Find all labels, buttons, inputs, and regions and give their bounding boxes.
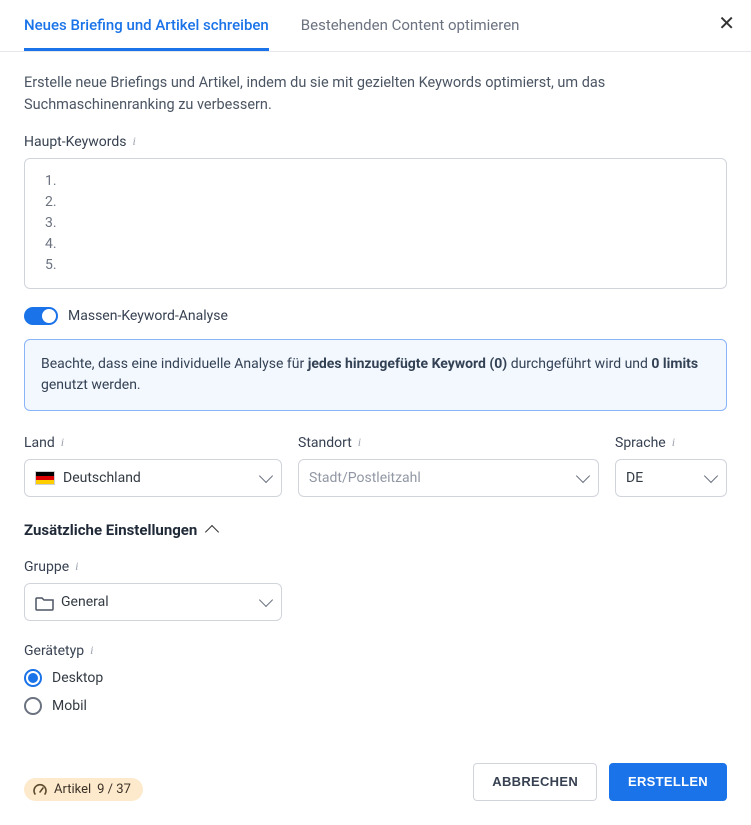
chevron-up-icon: [205, 524, 219, 538]
keyword-line: 3.: [45, 213, 710, 234]
create-label: ERSTELLEN: [628, 774, 708, 789]
device-desktop-radio[interactable]: Desktop: [24, 669, 727, 687]
device-mobile-label: Mobil: [52, 698, 87, 714]
language-select[interactable]: DE: [615, 459, 727, 497]
device-radio-group: Desktop Mobil: [24, 669, 727, 715]
chevron-down-icon: [259, 592, 273, 606]
mass-analysis-row: Massen-Keyword-Analyse: [24, 307, 727, 325]
keyword-line: 4.: [45, 234, 710, 255]
mass-analysis-toggle[interactable]: [24, 307, 58, 325]
group-label: Gruppe: [24, 559, 69, 575]
country-label: Land: [24, 435, 55, 451]
notice-bold: jedes hinzugefügte Keyword (0): [308, 356, 508, 372]
country-select[interactable]: Deutschland: [24, 459, 282, 497]
info-icon[interactable]: i: [132, 135, 135, 147]
cancel-label: ABBRECHEN: [492, 774, 578, 789]
additional-settings-toggle[interactable]: Zusätzliche Einstellungen: [24, 521, 727, 539]
group-field: Gruppe i General: [24, 559, 282, 621]
info-icon[interactable]: i: [672, 436, 675, 448]
country-field: Land i Deutschland: [24, 435, 282, 497]
keyword-line: 5.: [45, 255, 710, 276]
tab-label: Neues Briefing und Artikel schreiben: [24, 16, 269, 34]
badge-count: 9 / 37: [97, 782, 131, 797]
keywords-list: 1. 2. 3. 4. 5.: [41, 171, 710, 276]
chevron-down-icon: [259, 468, 273, 482]
notice-bold: 0 limits: [651, 356, 698, 372]
keywords-input[interactable]: 1. 2. 3. 4. 5.: [24, 158, 727, 289]
language-value: DE: [626, 470, 643, 486]
keywords-label-row: Haupt-Keywords i: [24, 134, 727, 150]
group-value: General: [61, 594, 109, 610]
folder-icon: [35, 595, 53, 609]
description-text: Erstelle neue Briefings und Artikel, ind…: [24, 72, 727, 116]
language-field: Sprache i DE: [615, 435, 727, 497]
chevron-down-icon: [704, 468, 718, 482]
radio-unchecked-icon: [24, 697, 42, 715]
notice-text: genutzt werden.: [41, 377, 141, 393]
group-select[interactable]: General: [24, 583, 282, 621]
standort-field: Standort i Stadt/Postleitzahl: [298, 435, 599, 497]
info-icon[interactable]: i: [358, 436, 361, 448]
analysis-notice: Beachte, dass eine individuelle Analyse …: [24, 339, 727, 411]
notice-text: Beachte, dass eine individuelle Analyse …: [41, 356, 308, 372]
locale-row: Land i Deutschland Standort i Stadt/Post…: [24, 435, 727, 497]
tab-label: Bestehenden Content optimieren: [301, 16, 520, 34]
radio-checked-icon: [24, 669, 42, 687]
chevron-down-icon: [576, 468, 590, 482]
tab-optimize-content[interactable]: Bestehenden Content optimieren: [301, 0, 520, 51]
additional-settings-label: Zusätzliche Einstellungen: [24, 521, 197, 539]
info-icon[interactable]: i: [90, 644, 93, 656]
info-icon[interactable]: i: [61, 436, 64, 448]
flag-de-icon: [35, 471, 55, 485]
article-quota-badge: Artikel 9 / 37: [24, 778, 143, 801]
standort-placeholder: Stadt/Postleitzahl: [309, 470, 421, 486]
info-icon[interactable]: i: [75, 560, 78, 572]
mass-analysis-label: Massen-Keyword-Analyse: [68, 308, 228, 324]
tab-new-briefing[interactable]: Neues Briefing und Artikel schreiben: [24, 0, 269, 51]
keyword-line: 2.: [45, 192, 710, 213]
keywords-label: Haupt-Keywords: [24, 134, 126, 150]
device-desktop-label: Desktop: [52, 670, 103, 686]
language-label: Sprache: [615, 435, 666, 451]
device-label: Gerätetyp: [24, 643, 84, 659]
standort-label: Standort: [298, 435, 352, 451]
close-button[interactable]: ✕: [718, 14, 735, 34]
notice-text: durchgeführt wird und: [507, 356, 651, 372]
country-value: Deutschland: [63, 470, 141, 486]
cancel-button[interactable]: ABBRECHEN: [473, 763, 597, 801]
badge-label: Artikel: [54, 782, 91, 797]
device-mobile-radio[interactable]: Mobil: [24, 697, 727, 715]
footer-buttons: ABBRECHEN ERSTELLEN: [473, 763, 727, 801]
close-icon: ✕: [718, 13, 735, 35]
standort-select[interactable]: Stadt/Postleitzahl: [298, 459, 599, 497]
create-button[interactable]: ERSTELLEN: [609, 763, 727, 801]
keyword-line: 1.: [45, 171, 710, 192]
gauge-icon: [32, 782, 48, 796]
footer: Artikel 9 / 37 ABBRECHEN ERSTELLEN: [24, 763, 727, 801]
tabs-bar: Neues Briefing und Artikel schreiben Bes…: [0, 0, 751, 52]
